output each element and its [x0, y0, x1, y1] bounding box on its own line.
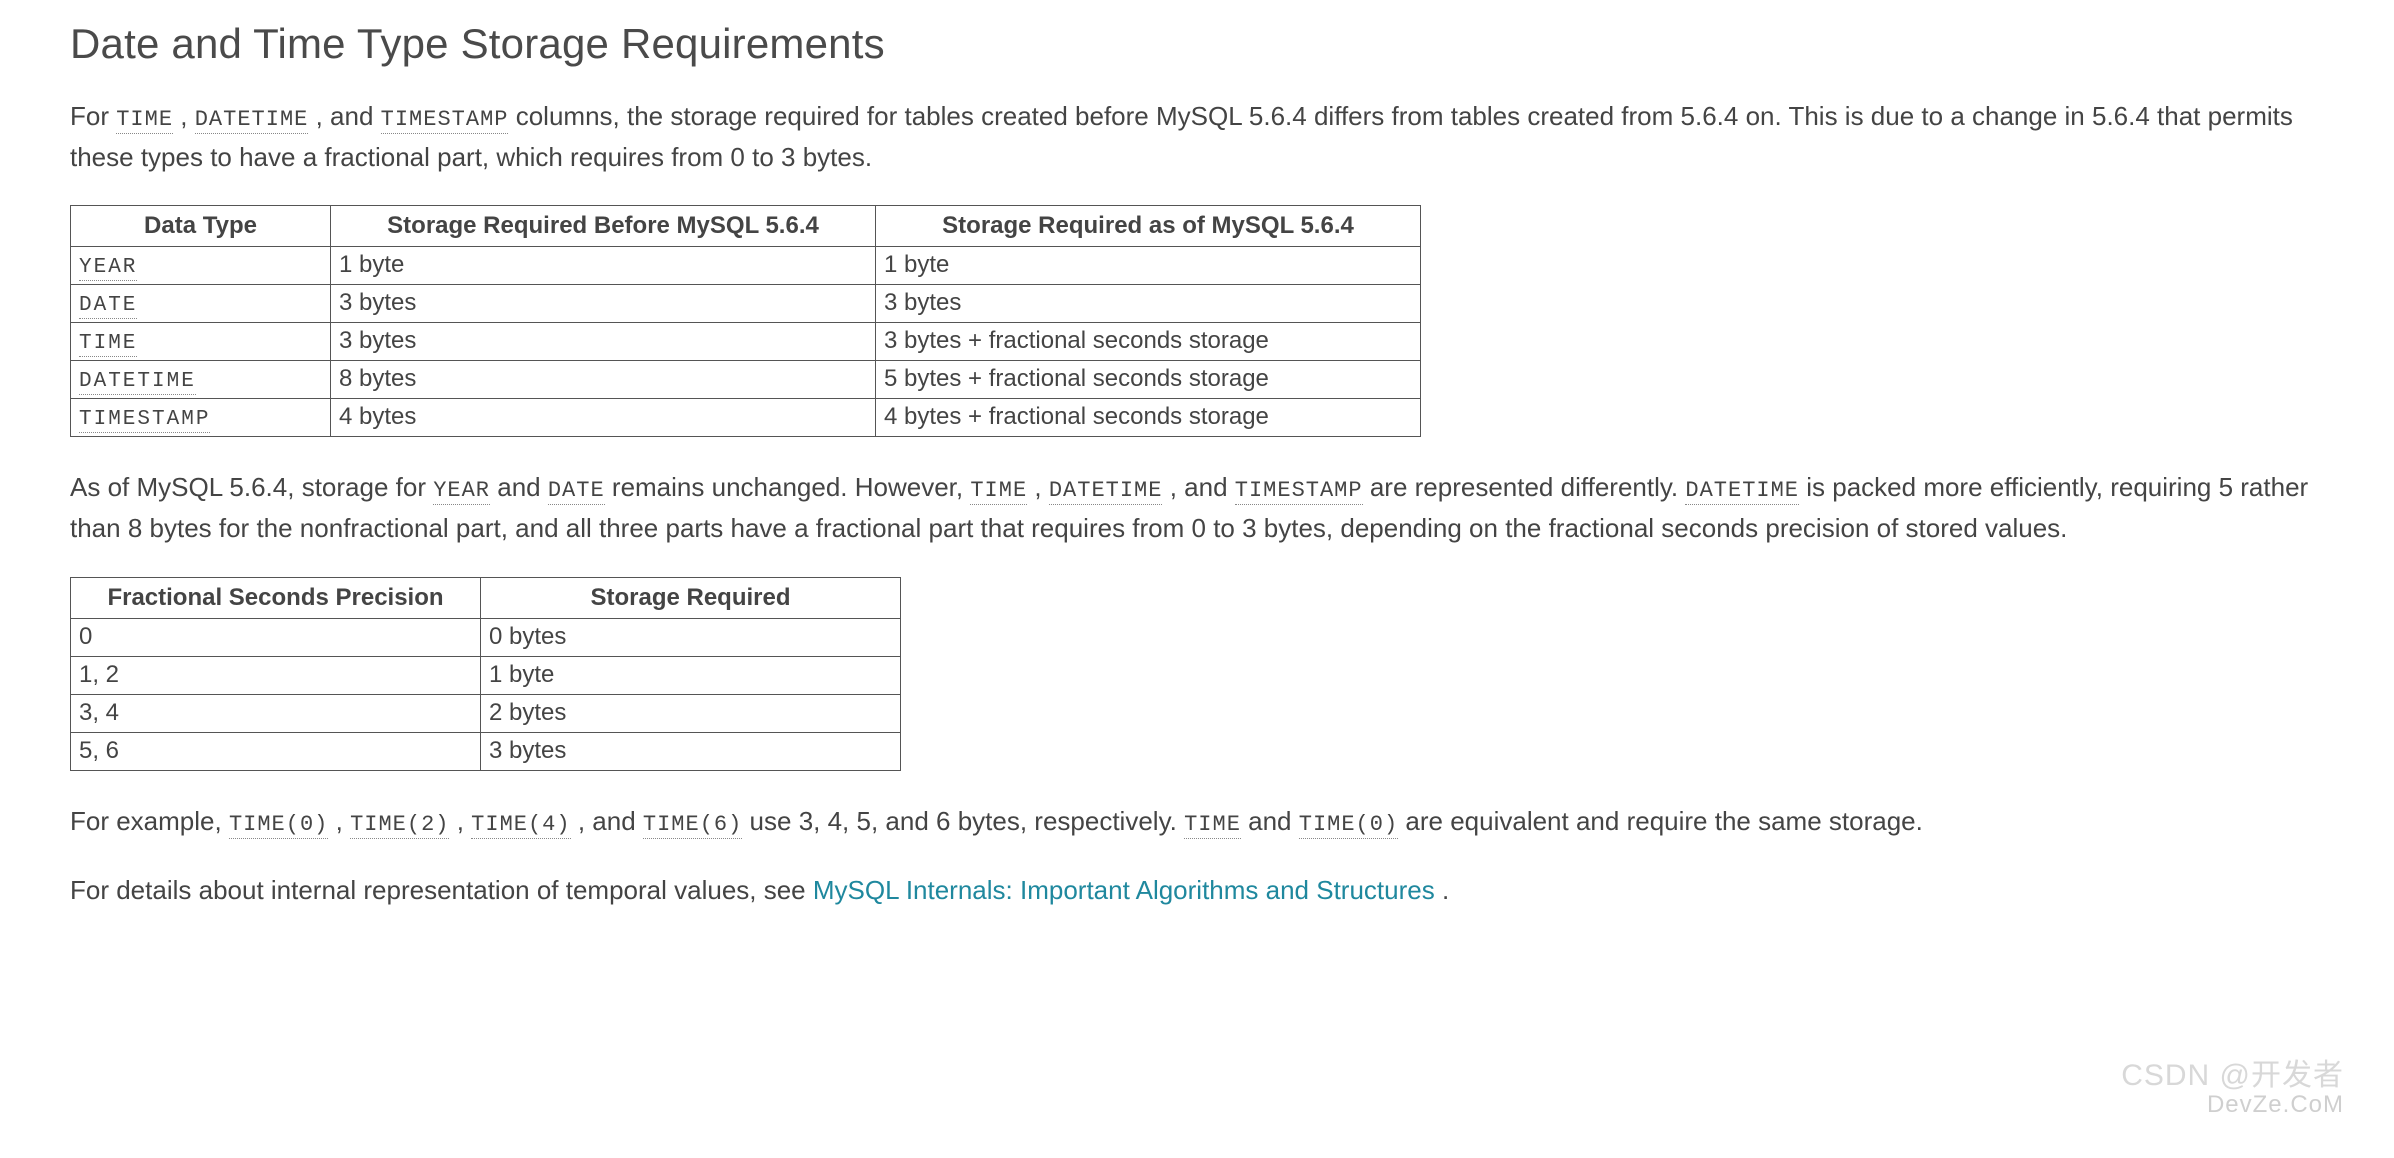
- document-page: Date and Time Type Storage Requirements …: [0, 0, 2394, 998]
- storage-cell: 2 bytes: [481, 694, 901, 732]
- code-time2: TIME(2): [350, 812, 449, 839]
- table-row: 5, 6 3 bytes: [71, 732, 901, 770]
- value-cell: 3 bytes: [331, 323, 876, 361]
- code-time0: TIME(0): [229, 812, 328, 839]
- link-paragraph: For details about internal representatio…: [70, 870, 2324, 910]
- code-datetime: DATETIME: [1049, 478, 1163, 505]
- intro-paragraph: For TIME , DATETIME , and TIMESTAMP colu…: [70, 96, 2324, 177]
- type-cell: DATETIME: [79, 370, 196, 395]
- value-cell: 1 byte: [331, 247, 876, 285]
- table-row: DATETIME 8 bytes 5 bytes + fractional se…: [71, 361, 1421, 399]
- code-time0: TIME(0): [1299, 812, 1398, 839]
- table-header: Storage Required Before MySQL 5.6.4: [331, 206, 876, 247]
- precision-cell: 0: [71, 618, 481, 656]
- type-cell: DATE: [79, 294, 137, 319]
- internals-link[interactable]: MySQL Internals: Important Algorithms an…: [813, 875, 1435, 905]
- table-header-row: Data Type Storage Required Before MySQL …: [71, 206, 1421, 247]
- table-row: 3, 4 2 bytes: [71, 694, 901, 732]
- table-header: Storage Required as of MySQL 5.6.4: [876, 206, 1421, 247]
- storage-table: Data Type Storage Required Before MySQL …: [70, 205, 1421, 437]
- text-segment: and: [1248, 806, 1299, 836]
- text-segment: are represented differently.: [1370, 472, 1686, 502]
- storage-cell: 0 bytes: [481, 618, 901, 656]
- text-segment: For: [70, 101, 116, 131]
- code-time6: TIME(6): [643, 812, 742, 839]
- value-cell: 3 bytes: [331, 285, 876, 323]
- value-cell: 5 bytes + fractional seconds storage: [876, 361, 1421, 399]
- text-segment: ,: [457, 806, 471, 836]
- text-segment: As of MySQL 5.6.4, storage for: [70, 472, 433, 502]
- code-time4: TIME(4): [471, 812, 570, 839]
- code-time: TIME: [1184, 812, 1241, 839]
- precision-cell: 3, 4: [71, 694, 481, 732]
- watermark-line1: CSDN @开发者: [2121, 1059, 2344, 1092]
- code-timestamp: TIMESTAMP: [1235, 478, 1363, 505]
- code-time: TIME: [970, 478, 1027, 505]
- value-cell: 1 byte: [876, 247, 1421, 285]
- text-segment: , and: [316, 101, 381, 131]
- text-segment: .: [1442, 875, 1449, 905]
- table-header-row: Fractional Seconds Precision Storage Req…: [71, 577, 901, 618]
- text-segment: remains unchanged. However,: [612, 472, 970, 502]
- text-segment: and: [497, 472, 548, 502]
- watermark: CSDN @开发者 DevZe.CoM: [2121, 1059, 2344, 1118]
- code-timestamp: TIMESTAMP: [381, 107, 509, 134]
- value-cell: 4 bytes + fractional seconds storage: [876, 399, 1421, 437]
- text-segment: are equivalent and require the same stor…: [1405, 806, 1922, 836]
- code-datetime: DATETIME: [195, 107, 309, 134]
- value-cell: 3 bytes + fractional seconds storage: [876, 323, 1421, 361]
- storage-cell: 1 byte: [481, 656, 901, 694]
- page-title: Date and Time Type Storage Requirements: [70, 20, 2324, 68]
- table-header: Data Type: [71, 206, 331, 247]
- text-segment: ,: [336, 806, 350, 836]
- table-header: Storage Required: [481, 577, 901, 618]
- mid-paragraph: As of MySQL 5.6.4, storage for YEAR and …: [70, 467, 2324, 548]
- table-header: Fractional Seconds Precision: [71, 577, 481, 618]
- table-row: DATE 3 bytes 3 bytes: [71, 285, 1421, 323]
- watermark-line2: DevZe.CoM: [2121, 1092, 2344, 1118]
- table-row: 0 0 bytes: [71, 618, 901, 656]
- text-segment: , and: [1170, 472, 1235, 502]
- example-paragraph: For example, TIME(0) , TIME(2) , TIME(4)…: [70, 801, 2324, 842]
- fractional-table: Fractional Seconds Precision Storage Req…: [70, 577, 901, 771]
- code-year: YEAR: [433, 478, 490, 505]
- value-cell: 4 bytes: [331, 399, 876, 437]
- text-segment: ,: [180, 101, 194, 131]
- precision-cell: 5, 6: [71, 732, 481, 770]
- type-cell: TIMESTAMP: [79, 408, 210, 433]
- text-segment: For details about internal representatio…: [70, 875, 813, 905]
- precision-cell: 1, 2: [71, 656, 481, 694]
- value-cell: 8 bytes: [331, 361, 876, 399]
- text-segment: use 3, 4, 5, and 6 bytes, respectively.: [750, 806, 1185, 836]
- type-cell: TIME: [79, 332, 137, 357]
- text-segment: , and: [578, 806, 643, 836]
- table-row: TIMESTAMP 4 bytes 4 bytes + fractional s…: [71, 399, 1421, 437]
- text-segment: ,: [1034, 472, 1048, 502]
- table-row: 1, 2 1 byte: [71, 656, 901, 694]
- table-row: TIME 3 bytes 3 bytes + fractional second…: [71, 323, 1421, 361]
- type-cell: YEAR: [79, 256, 137, 281]
- storage-cell: 3 bytes: [481, 732, 901, 770]
- value-cell: 3 bytes: [876, 285, 1421, 323]
- text-segment: For example,: [70, 806, 229, 836]
- code-datetime: DATETIME: [1685, 478, 1799, 505]
- table-row: YEAR 1 byte 1 byte: [71, 247, 1421, 285]
- code-time: TIME: [116, 107, 173, 134]
- code-date: DATE: [548, 478, 605, 505]
